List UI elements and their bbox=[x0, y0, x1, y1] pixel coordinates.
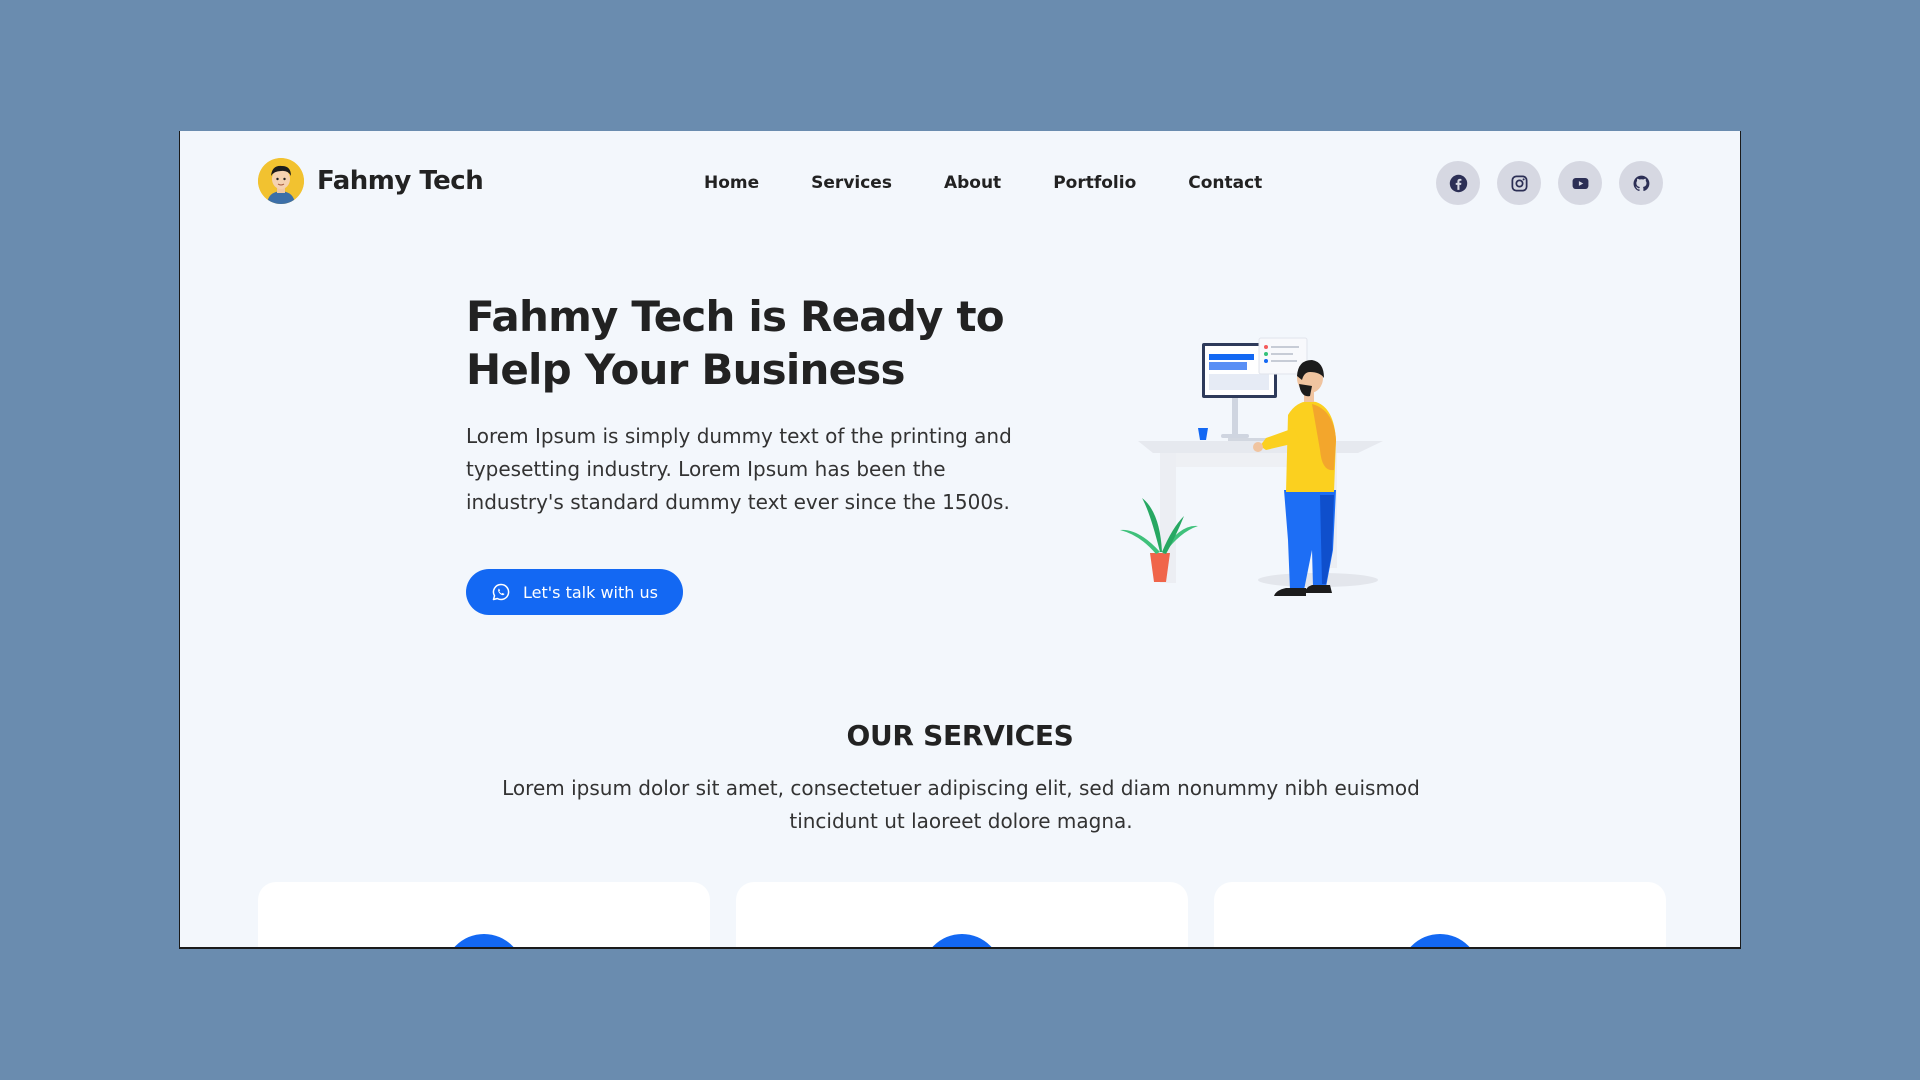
service-icon bbox=[444, 934, 524, 947]
nav-home[interactable]: Home bbox=[704, 173, 759, 193]
service-card[interactable] bbox=[736, 882, 1188, 947]
instagram-icon bbox=[1511, 175, 1527, 191]
whatsapp-icon bbox=[492, 583, 510, 601]
github-link[interactable] bbox=[1619, 161, 1663, 205]
nav-services[interactable]: Services bbox=[811, 173, 892, 193]
nav-portfolio[interactable]: Portfolio bbox=[1053, 173, 1136, 193]
service-card[interactable] bbox=[1214, 882, 1666, 947]
talk-with-us-button[interactable]: Let's talk with us bbox=[466, 569, 683, 615]
hero-title: Fahmy Tech is Ready to Help Your Busines… bbox=[466, 292, 1005, 394]
talk-with-us-label: Let's talk with us bbox=[523, 582, 658, 602]
hero-illustration bbox=[1120, 337, 1383, 596]
service-icon bbox=[1400, 934, 1480, 947]
main-nav: Home Services About Portfolio Contact bbox=[704, 173, 1262, 193]
social-links bbox=[1436, 161, 1663, 205]
hero-description: Lorem Ipsum is simply dummy text of the … bbox=[466, 424, 1012, 514]
instagram-link[interactable] bbox=[1497, 161, 1541, 205]
avatar bbox=[258, 158, 304, 204]
browser-frame: Fahmy Tech Home Services About Portfolio… bbox=[179, 131, 1741, 949]
brand-name: Fahmy Tech bbox=[317, 166, 484, 196]
youtube-icon bbox=[1572, 177, 1588, 189]
services-description: Lorem ipsum dolor sit amet, consectetuer… bbox=[502, 776, 1420, 833]
nav-about[interactable]: About bbox=[944, 173, 1001, 193]
services-title: OUR SERVICES bbox=[846, 719, 1074, 752]
service-cards bbox=[258, 882, 1666, 947]
nav-contact[interactable]: Contact bbox=[1188, 173, 1262, 193]
facebook-link[interactable] bbox=[1436, 161, 1480, 205]
brand[interactable]: Fahmy Tech bbox=[258, 158, 484, 204]
facebook-icon bbox=[1449, 174, 1467, 192]
service-card[interactable] bbox=[258, 882, 710, 947]
service-icon bbox=[922, 934, 1002, 947]
github-icon bbox=[1633, 175, 1649, 191]
youtube-link[interactable] bbox=[1558, 161, 1602, 205]
